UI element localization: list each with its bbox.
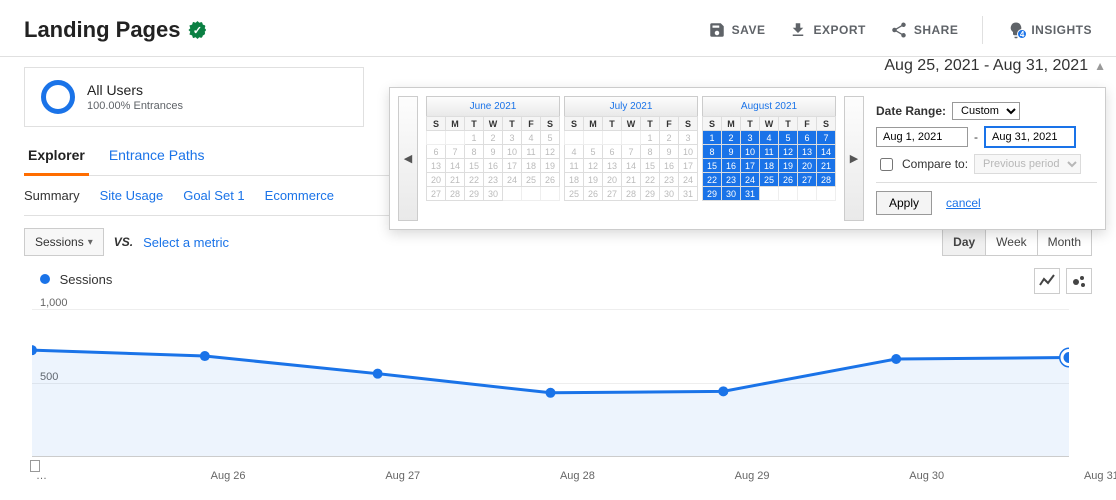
cancel-link[interactable]: cancel <box>946 196 981 210</box>
date-range-text: Aug 25, 2021 - Aug 31, 2021 <box>884 57 1088 75</box>
calendar-next-button[interactable]: ▶ <box>844 96 864 221</box>
export-icon <box>789 21 807 39</box>
insights-label: INSIGHTS <box>1031 23 1092 37</box>
date-range-display[interactable]: Aug 25, 2021 - Aug 31, 2021 ▲ <box>884 57 1106 75</box>
chart-svg <box>32 291 1069 461</box>
save-button[interactable]: SAVE <box>708 21 766 39</box>
share-button[interactable]: SHARE <box>890 21 959 39</box>
dow: W <box>484 117 503 131</box>
dow: T <box>603 117 622 131</box>
export-button[interactable]: EXPORT <box>789 21 865 39</box>
chart-legend: Sessions <box>24 268 1092 287</box>
tab-entrance-paths[interactable]: Entrance Paths <box>105 137 209 175</box>
subnav-site-usage[interactable]: Site Usage <box>100 188 164 203</box>
compare-label: Compare to: <box>902 157 968 171</box>
calendar-month-label: August 2021 <box>702 96 836 116</box>
select-secondary-metric[interactable]: Select a metric <box>143 235 229 250</box>
period-group: Day Week Month <box>942 228 1092 256</box>
export-label: EXPORT <box>813 23 865 37</box>
dow: W <box>622 117 641 131</box>
sessions-chart: 1,000 500 <box>24 291 1069 466</box>
divider <box>982 16 983 44</box>
dow: T <box>779 117 798 131</box>
line-chart-icon <box>1039 273 1055 289</box>
date-range-type-select[interactable]: Custom <box>952 102 1020 120</box>
date-range-type-label: Date Range: <box>876 104 946 118</box>
dow: F <box>660 117 679 131</box>
calendar-prev-button[interactable]: ◀ <box>398 96 418 221</box>
dow: W <box>760 117 779 131</box>
share-label: SHARE <box>914 23 959 37</box>
save-icon <box>708 21 726 39</box>
period-month[interactable]: Month <box>1038 229 1091 255</box>
compare-select: Previous period <box>974 154 1081 174</box>
segment-circle-icon <box>41 80 75 114</box>
dow: S <box>541 117 560 131</box>
page-title: Landing Pages ✓ <box>24 17 206 43</box>
date-range-controls: Date Range: Custom - Compare to: Previou… <box>872 96 1097 221</box>
apply-button[interactable]: Apply <box>876 191 932 215</box>
compare-checkbox[interactable] <box>880 158 893 171</box>
primary-metric-label: Sessions <box>35 235 84 249</box>
subnav-ecommerce[interactable]: Ecommerce <box>265 188 334 203</box>
legend-sessions: Sessions <box>60 272 113 287</box>
dow: T <box>465 117 484 131</box>
primary-metric-dropdown[interactable]: Sessions <box>24 228 104 256</box>
dow: F <box>798 117 817 131</box>
save-label: SAVE <box>732 23 766 37</box>
dow: M <box>722 117 741 131</box>
share-icon <box>890 21 908 39</box>
dow: S <box>817 117 836 131</box>
date-range-end-input[interactable] <box>984 126 1076 148</box>
segment-subtitle: 100.00% Entrances <box>87 100 183 112</box>
subnav-goal-set-1[interactable]: Goal Set 1 <box>183 188 244 203</box>
dash: - <box>974 130 978 144</box>
bubble-chart-icon <box>1071 273 1087 289</box>
calendar-month-label: July 2021 <box>564 96 698 116</box>
dow: S <box>565 117 584 131</box>
header-bar: Landing Pages ✓ SAVE EXPORT SHARE 4 INSI… <box>0 0 1116 57</box>
date-range-start-input[interactable] <box>876 127 968 147</box>
calendar-months: June 2021 SMTWTFS 12345 6789101112 13141… <box>426 96 836 221</box>
insights-button[interactable]: 4 INSIGHTS <box>1007 21 1092 39</box>
page-title-text: Landing Pages <box>24 17 180 43</box>
dow: S <box>679 117 698 131</box>
calendar-june[interactable]: June 2021 SMTWTFS 12345 6789101112 13141… <box>426 96 560 221</box>
period-day[interactable]: Day <box>943 229 986 255</box>
dow: S <box>703 117 722 131</box>
segment-title: All Users <box>87 82 183 98</box>
dow: F <box>522 117 541 131</box>
chevron-up-icon: ▲ <box>1094 59 1106 73</box>
header-actions: SAVE EXPORT SHARE 4 INSIGHTS <box>708 16 1092 44</box>
dow: T <box>741 117 760 131</box>
dow: T <box>503 117 522 131</box>
legend-dot-icon <box>40 274 50 284</box>
calendar-month-label: June 2021 <box>426 96 560 116</box>
dow: M <box>446 117 465 131</box>
calendar-august[interactable]: August 2021 SMTWTFS 1234567 891011121314… <box>702 96 836 221</box>
period-week[interactable]: Week <box>986 229 1037 255</box>
dow: M <box>584 117 603 131</box>
insights-badge: 4 <box>1017 29 1027 39</box>
dow: T <box>641 117 660 131</box>
segment-all-users[interactable]: All Users 100.00% Entrances <box>24 67 364 127</box>
calendar-july[interactable]: July 2021 SMTWTFS 123 45678910 111213141… <box>564 96 698 221</box>
date-range-popover: ◀ June 2021 SMTWTFS 12345 6789101112 131… <box>389 87 1106 230</box>
tab-explorer[interactable]: Explorer <box>24 137 89 176</box>
verified-icon: ✓ <box>188 21 206 39</box>
dow: S <box>427 117 446 131</box>
x-axis-labels: … Aug 26 Aug 27 Aug 28 Aug 29 Aug 30 Aug… <box>24 470 1092 482</box>
vs-label: VS. <box>114 235 133 249</box>
subnav-summary[interactable]: Summary <box>24 188 80 203</box>
chart-type-motion-button[interactable] <box>1066 268 1092 294</box>
